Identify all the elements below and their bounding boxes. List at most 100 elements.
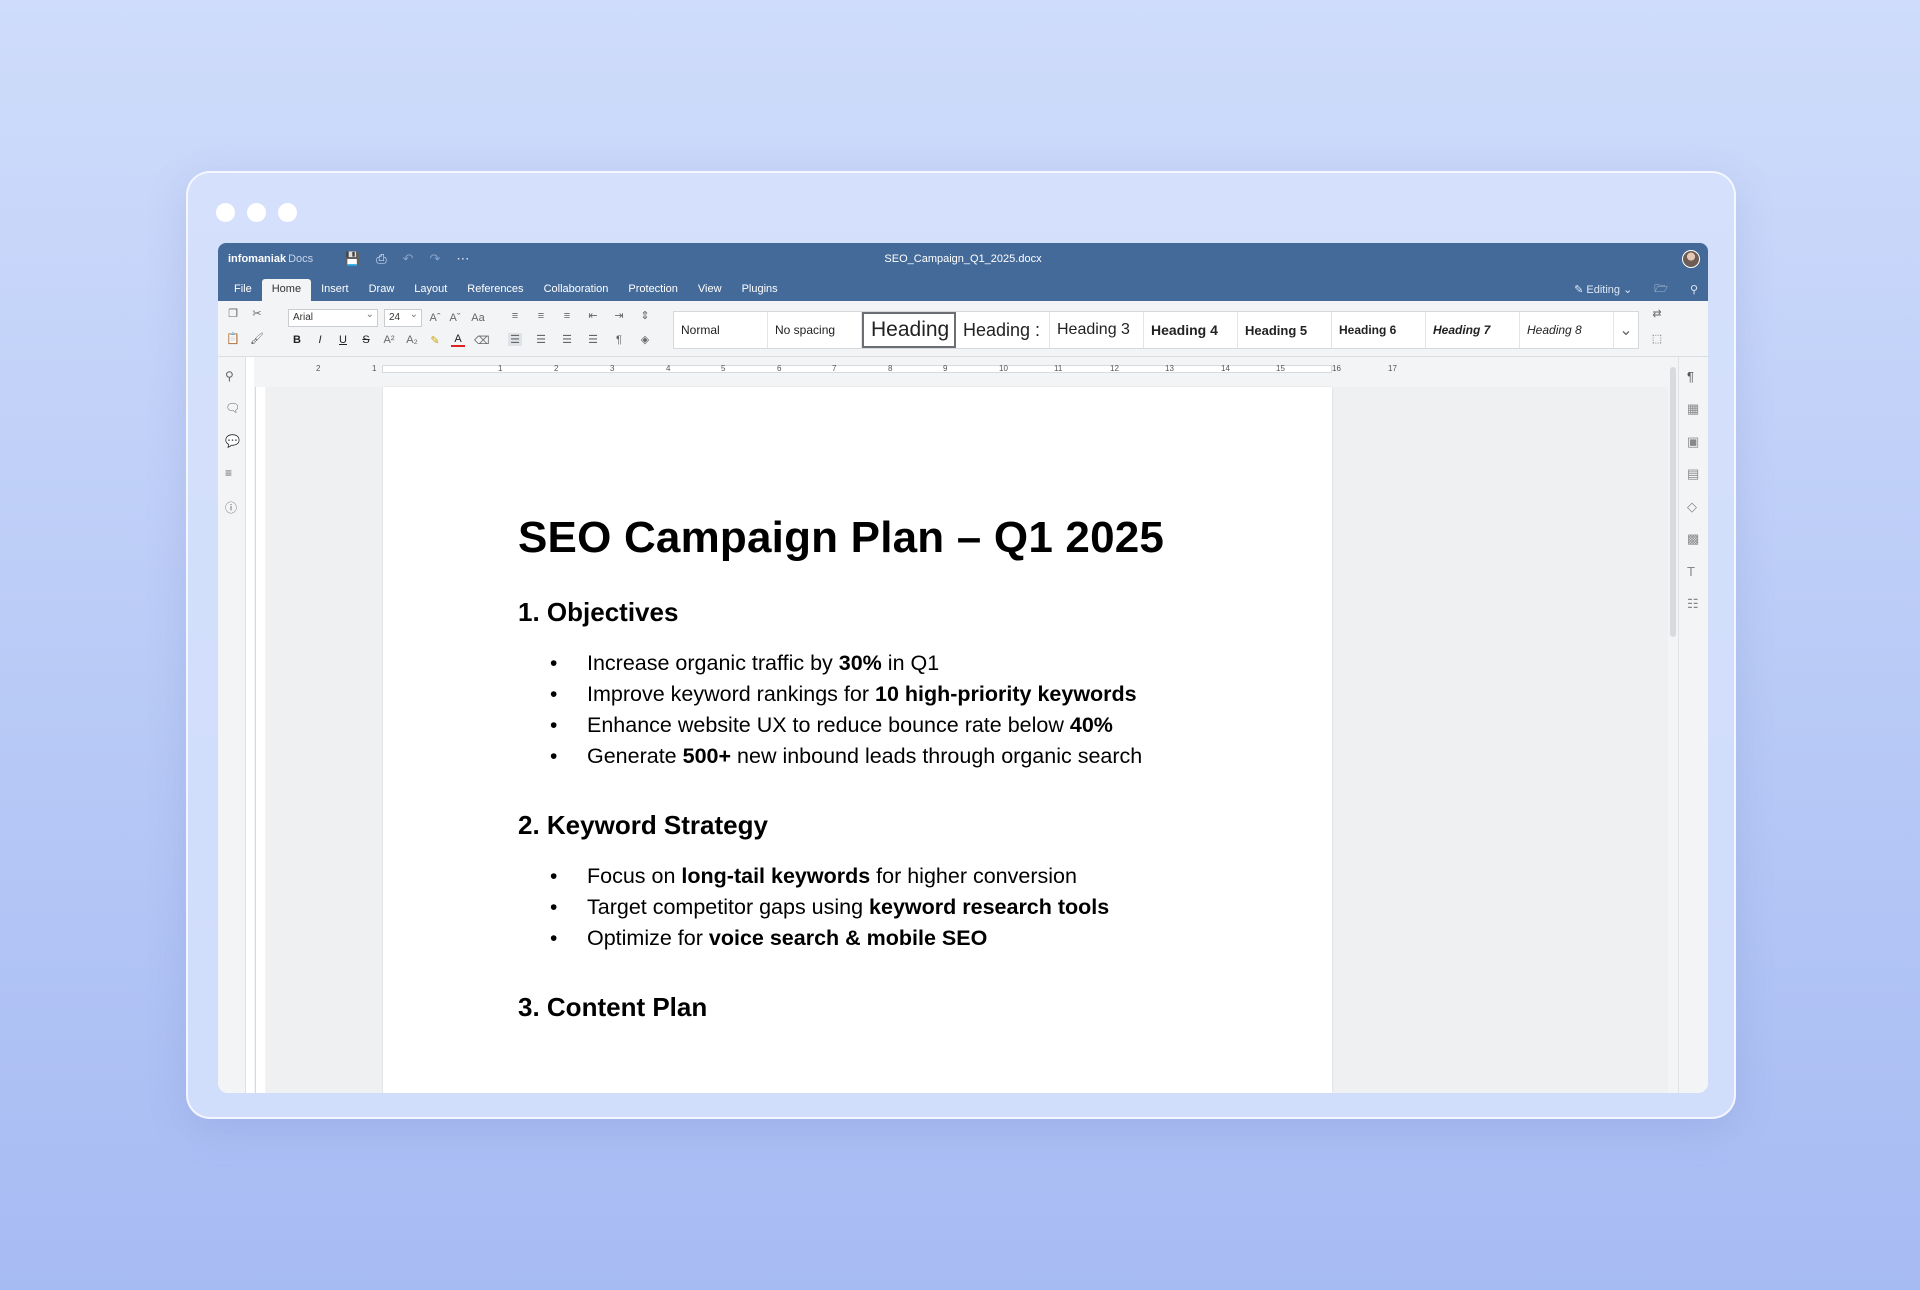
decrease-font-icon[interactable]: Aˇ [448,312,462,324]
clear-format-icon[interactable]: ⌫ [474,334,490,347]
increase-font-icon[interactable]: Aˆ [428,312,442,324]
justify-icon[interactable]: ☰ [586,333,600,346]
style-no-spacing[interactable]: No spacing [768,312,862,348]
replace-icon[interactable]: ⇄ [1650,307,1664,320]
ruler-number: 4 [666,364,671,373]
style-heading-8[interactable]: Heading 8 [1520,312,1614,348]
cut-icon[interactable]: ✂ [250,307,264,320]
ruler-number: 10 [999,364,1008,373]
menu-home[interactable]: Home [261,279,312,301]
ruler-number: 13 [1165,364,1174,373]
menu-file[interactable]: File [224,279,262,301]
menu-collaboration[interactable]: Collaboration [534,279,619,301]
ruler-number: 5 [721,364,726,373]
line-spacing-icon[interactable]: ⇕ [638,309,652,322]
close-dot[interactable] [216,203,235,222]
editing-mode-button[interactable]: ✎ Editing ⌄ [1574,283,1632,296]
bold-icon[interactable]: B [290,334,304,346]
document-title-heading: SEO Campaign Plan – Q1 2025 [518,513,1165,562]
text-run: in Q1 [881,651,940,675]
textart-settings-icon[interactable]: T [1687,564,1695,579]
user-avatar[interactable] [1682,250,1700,268]
menu-plugins[interactable]: Plugins [732,279,788,301]
subscript-icon[interactable]: A₂ [405,334,419,346]
title-bar: infomaniak Docs 💾 ⎙ ↶ ↷ ⋯ SEO_Campaign_Q1… [218,243,1708,277]
open-location-icon[interactable]: 🗁 [1654,280,1668,299]
paste-icon[interactable]: 📋 [226,332,240,345]
toolbar: ❐ ✂ 📋 🖌 Arial 24 Aˆ Aˇ Aa B I U S A² A₂ [218,301,1708,357]
style-heading-5[interactable]: Heading 5 [1238,312,1332,348]
italic-icon[interactable]: I [313,334,327,346]
vertical-scrollbar[interactable] [1668,357,1678,1093]
select-all-icon[interactable]: ⬚ [1650,332,1664,345]
superscript-icon[interactable]: A² [382,334,396,346]
font-size-select[interactable]: 24 [384,309,422,327]
change-case-icon[interactable]: Aa [468,312,488,324]
styles-expand-icon[interactable]: ⌄ [1614,312,1638,348]
menu-draw[interactable]: Draw [359,279,405,301]
maximize-dot[interactable] [278,203,297,222]
menu-bar: File Home Insert Draw Layout References Collab… [218,277,1708,301]
highlight-icon[interactable]: ✎ [428,334,442,347]
format-painter-icon[interactable]: 🖌 [250,332,264,345]
style-heading-3[interactable]: Heading 3 [1050,312,1144,348]
align-right-icon[interactable]: ☰ [560,333,574,346]
list-item: Optimize for voice search & mobile SEO [518,923,1164,954]
menu-view[interactable]: View [688,279,732,301]
list-item: Enhance website UX to reduce bounce rate… [518,710,1164,741]
docs-app: infomaniak Docs 💾 ⎙ ↶ ↷ ⋯ SEO_Campaign_Q1… [218,243,1708,1093]
document-page[interactable]: SEO Campaign Plan – Q1 2025 1. Objective… [383,387,1332,1093]
ruler-number: 7 [832,364,837,373]
shape-settings-icon[interactable]: ◇ [1687,499,1697,515]
menu-layout[interactable]: Layout [404,279,457,301]
list-item: Improve keyword rankings for 10 high-pri… [518,679,1164,710]
menu-references[interactable]: References [457,279,533,301]
search-icon[interactable]: ⚲ [1690,283,1698,296]
find-icon[interactable]: ⚲ [225,369,234,383]
decrease-indent-icon[interactable]: ⇤ [586,309,600,322]
increase-indent-icon[interactable]: ⇥ [612,309,626,322]
font-color-icon[interactable]: A [451,333,465,347]
vertical-ruler [254,357,266,1093]
style-heading-2[interactable]: Heading : [956,312,1050,348]
bullet-list-icon[interactable]: ≡ [508,310,522,322]
font-family-select[interactable]: Arial [288,309,378,327]
style-heading-6[interactable]: Heading 6 [1332,312,1426,348]
ruler-number: 11 [1054,364,1063,373]
menu-insert[interactable]: Insert [311,279,359,301]
info-icon[interactable]: ⓘ [225,499,237,516]
paragraph-marks-icon[interactable]: ¶ [612,334,626,346]
ruler-number: 15 [1276,364,1285,373]
document-body[interactable]: SEO Campaign Plan – Q1 2025 1. Objective… [518,513,1164,1043]
header-footer-icon[interactable]: ▤ [1687,466,1699,482]
image-settings-icon[interactable]: ▣ [1687,434,1699,450]
menu-protection[interactable]: Protection [618,279,688,301]
chat-icon[interactable]: 💬 [225,434,240,448]
minimize-dot[interactable] [247,203,266,222]
navigation-icon[interactable]: ≡ [225,466,232,480]
chart-settings-icon[interactable]: ▩ [1687,531,1699,547]
list-item: Target competitor gaps using keyword res… [518,892,1164,923]
align-center-icon[interactable]: ☰ [534,333,548,346]
strikethrough-icon[interactable]: S [359,334,373,346]
copy-icon[interactable]: ❐ [226,307,240,320]
numbered-list-icon[interactable]: ≡ [534,310,548,322]
style-heading-7[interactable]: Heading 7 [1426,312,1520,348]
comments-icon[interactable]: 🗨 [225,401,240,415]
scrollbar-thumb[interactable] [1670,367,1676,637]
shading-icon[interactable]: ◈ [638,333,652,346]
style-heading-4[interactable]: Heading 4 [1144,312,1238,348]
form-settings-icon[interactable]: ☷ [1687,596,1699,612]
style-heading-1[interactable]: Heading [862,312,956,348]
multilevel-list-icon[interactable]: ≡ [560,310,574,322]
table-settings-icon[interactable]: ▦ [1687,401,1699,417]
style-normal[interactable]: Normal [674,312,768,348]
underline-icon[interactable]: U [336,334,350,346]
align-left-icon[interactable]: ☰ [508,333,522,346]
bold-text-run: voice search & mobile SEO [708,926,988,950]
paragraph-settings-icon[interactable]: ¶ [1687,369,1694,384]
ruler-number: 17 [1388,364,1397,373]
text-run: Generate [587,744,683,768]
ruler-number: 1 [498,364,503,373]
text-run: Increase organic traffic by [587,651,839,675]
